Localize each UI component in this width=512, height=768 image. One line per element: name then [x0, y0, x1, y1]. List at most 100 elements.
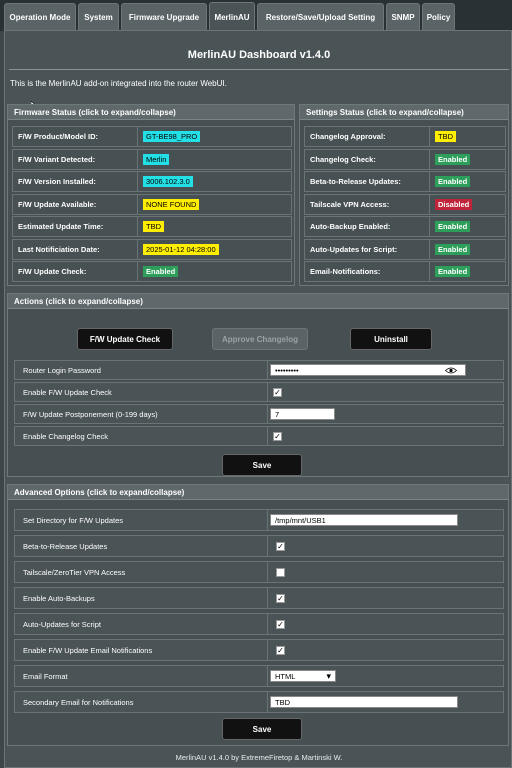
fw-directory-label: Set Directory for F/W Updates — [23, 515, 124, 525]
firmware-status-value-cell: 2025-01-12 04:28:00 — [137, 239, 291, 259]
settings-status-row: Auto-Updates for Script: Enabled — [304, 238, 506, 260]
fw-update-check-button[interactable]: F/W Update Check — [77, 328, 173, 350]
status-badge: 2025-01-12 04:28:00 — [143, 243, 219, 255]
firmware-status-value-cell: Enabled — [137, 262, 291, 281]
row-divider — [267, 588, 268, 608]
auto-backups-checkbox[interactable]: ✓ — [276, 594, 285, 603]
row-divider — [267, 361, 268, 379]
firmware-status-value-cell: 3006.102.3.0 — [137, 172, 291, 191]
tailscale-row: Tailscale/ZeroTier VPN Access — [14, 561, 504, 583]
settings-status-label: Changelog Approval: — [310, 132, 386, 141]
advanced-save-button[interactable]: Save — [222, 718, 302, 740]
tab-merlinau[interactable]: MerlinAU — [209, 2, 255, 31]
title-divider — [9, 69, 509, 70]
secondary-email-label: Secondary Email for Notifications — [23, 697, 134, 707]
tab-restore-save-upload[interactable]: Restore/Save/Upload Setting — [257, 3, 384, 31]
row-divider — [267, 405, 268, 423]
row-divider — [267, 666, 268, 686]
approve-changelog-button[interactable]: Approve Changelog — [212, 328, 308, 350]
firmware-status-label: F/W Update Check: — [18, 267, 87, 276]
row-divider — [267, 562, 268, 582]
tab-policy[interactable]: Policy — [422, 3, 455, 31]
row-divider — [267, 536, 268, 556]
settings-status-label: Email-Notifications: — [310, 267, 381, 276]
status-badge: Enabled — [435, 176, 471, 187]
uninstall-button[interactable]: Uninstall — [350, 328, 432, 350]
password-value: ••••••••• — [275, 365, 299, 375]
firmware-status-row: Estimated Update Time: TBD — [12, 216, 292, 237]
tab-snmp[interactable]: SNMP — [386, 3, 420, 31]
dashboard-page: MerlinAU Dashboard v1.4.0 This is the Me… — [4, 30, 512, 768]
status-badge: Enabled — [435, 221, 471, 232]
firmware-status-label: F/W Version Installed: — [18, 177, 96, 186]
actions-heading[interactable]: Actions (click to expand/collapse) — [8, 294, 508, 309]
postponement-label: F/W Update Postponement (0-199 days) — [23, 409, 158, 419]
settings-status-row: Email-Notifications: Enabled — [304, 261, 506, 282]
secondary-email-row: Secondary Email for Notifications TBD — [14, 691, 504, 713]
firmware-status-panel: Firmware Status (click to expand/collaps… — [7, 104, 295, 286]
tailscale-label: Tailscale/ZeroTier VPN Access — [23, 567, 126, 577]
advanced-options-panel: Advanced Options (click to expand/collap… — [7, 484, 509, 746]
firmware-status-label: F/W Update Available: — [18, 199, 97, 209]
auto-updates-checkbox[interactable]: ✓ — [276, 620, 285, 629]
settings-status-heading[interactable]: Settings Status (click to expand/collaps… — [300, 105, 508, 120]
firmware-status-label: Last Notificiation Date: — [18, 244, 100, 254]
beta-release-label: Beta-to-Release Updates — [23, 541, 108, 551]
router-password-input[interactable]: ••••••••• — [270, 364, 466, 376]
secondary-email-input[interactable]: TBD — [270, 696, 458, 708]
advanced-options-heading[interactable]: Advanced Options (click to expand/collap… — [8, 485, 508, 500]
page-title: MerlinAU Dashboard v1.4.0 — [187, 49, 331, 61]
beta-release-checkbox[interactable]: ✓ — [276, 542, 285, 551]
firmware-status-label: F/W Product/Model ID: — [18, 132, 98, 141]
settings-status-value-cell: TBD — [429, 127, 505, 146]
settings-status-label: Auto-Updates for Script: — [310, 244, 398, 254]
settings-status-label: Tailscale VPN Access: — [310, 199, 390, 209]
tab-operation-mode[interactable]: Operation Mode — [4, 3, 76, 31]
password-label: Router Login Password — [23, 365, 101, 375]
actions-panel: Actions (click to expand/collapse) F/W U… — [7, 293, 509, 477]
changelog-check-label: Enable Changelog Check — [23, 431, 109, 441]
row-divider — [267, 614, 268, 634]
show-password-eye-icon[interactable] — [445, 367, 457, 374]
firmware-status-row: Last Notificiation Date: 2025-01-12 04:28… — [12, 238, 292, 260]
firmware-status-value-cell: NONE FOUND — [137, 194, 291, 214]
tab-system[interactable]: System — [78, 3, 119, 31]
firmware-status-row: F/W Product/Model ID: GT-BE98_PRO — [12, 126, 292, 147]
status-badge: GT-BE98_PRO — [143, 131, 201, 142]
changelog-check-checkbox[interactable]: ✓ — [273, 432, 282, 441]
tailscale-checkbox[interactable] — [276, 568, 285, 577]
tab-firmware-upgrade[interactable]: Firmware Upgrade — [121, 3, 207, 31]
email-format-select[interactable]: HTML ▾ — [270, 670, 336, 682]
status-badge: TBD — [143, 221, 164, 232]
email-notifications-label: Enable F/W Update Email Notifications — [23, 645, 153, 655]
actions-save-button[interactable]: Save — [222, 454, 302, 476]
row-divider — [267, 427, 268, 445]
status-badge: NONE FOUND — [143, 198, 200, 210]
enable-fw-check-checkbox[interactable]: ✓ — [273, 388, 282, 397]
firmware-status-value-cell: GT-BE98_PRO — [137, 127, 291, 146]
firmware-status-row: F/W Version Installed: 3006.102.3.0 — [12, 171, 292, 192]
changelog-check-row: Enable Changelog Check ✓ — [14, 426, 504, 446]
firmware-status-heading[interactable]: Firmware Status (click to expand/collaps… — [8, 105, 294, 120]
postponement-row: F/W Update Postponement (0-199 days) 7 — [14, 404, 504, 424]
settings-status-value-cell: Enabled — [429, 172, 505, 191]
status-badge: TBD — [435, 131, 456, 142]
postponement-input[interactable]: 7 — [270, 408, 335, 420]
email-format-row: Email Format HTML ▾ — [14, 665, 504, 687]
fw-directory-row: Set Directory for F/W Updates /tmp/mnt/U… — [14, 509, 504, 531]
intro-text: This is the MerlinAU add-on integrated i… — [10, 79, 227, 88]
settings-status-value-cell: Enabled — [429, 217, 505, 236]
auto-backups-row: Enable Auto-Backups ✓ — [14, 587, 504, 609]
email-notifications-checkbox[interactable]: ✓ — [276, 646, 285, 655]
email-notifications-row: Enable F/W Update Email Notifications ✓ — [14, 639, 504, 661]
status-badge: Enabled — [435, 243, 471, 255]
auto-updates-label: Auto-Updates for Script — [23, 619, 101, 629]
auto-updates-row: Auto-Updates for Script ✓ — [14, 613, 504, 635]
fw-directory-input[interactable]: /tmp/mnt/USB1 — [270, 514, 458, 526]
firmware-status-label: Estimated Update Time: — [18, 222, 104, 231]
settings-status-row: Changelog Approval: TBD — [304, 126, 506, 147]
row-divider — [267, 383, 268, 401]
settings-status-label: Changelog Check: — [310, 154, 376, 164]
settings-status-row: Tailscale VPN Access: Disabled — [304, 193, 506, 215]
row-divider — [267, 640, 268, 660]
